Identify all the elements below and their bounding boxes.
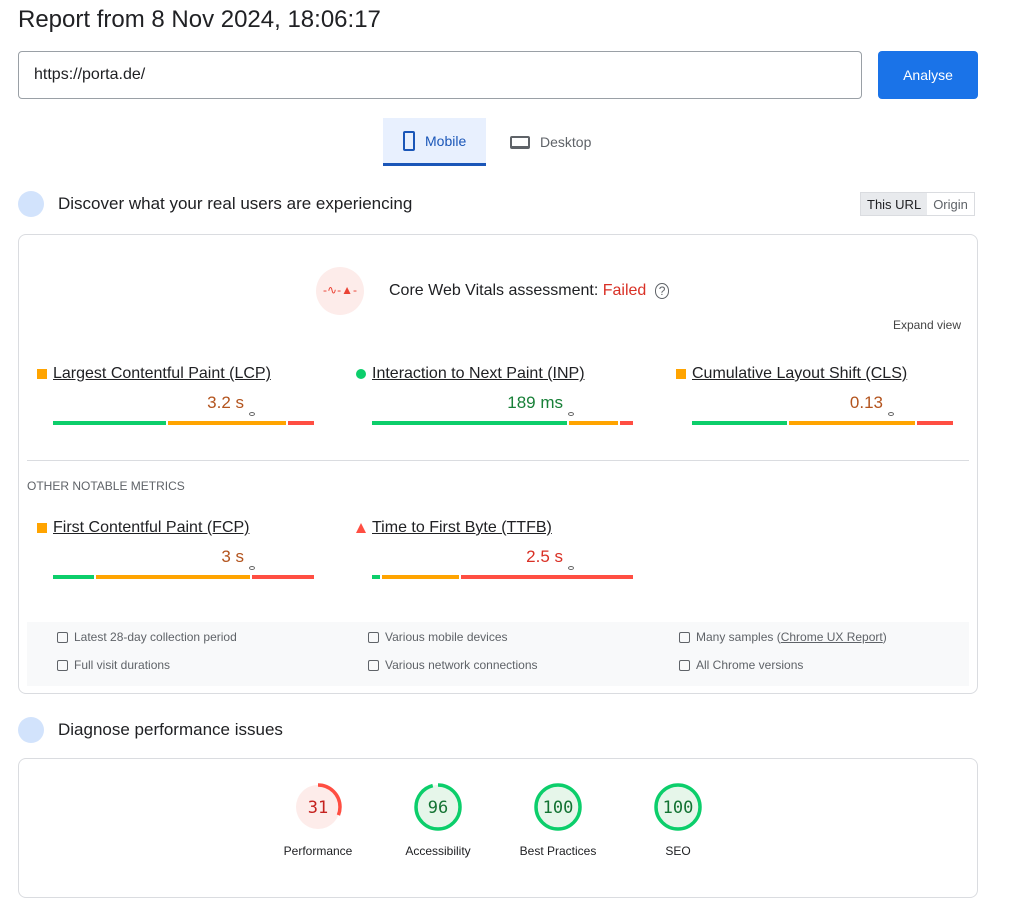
score-gauge[interactable]: 100 SEO <box>628 783 728 858</box>
info-item: Latest 28-day collection period <box>57 630 237 644</box>
distribution-bar <box>692 412 953 425</box>
diagnose-icon <box>18 717 44 743</box>
rating-icon <box>356 369 366 379</box>
bar-segment-orange <box>569 421 619 425</box>
gauge-ring: 96 <box>414 783 462 831</box>
score-label: Performance <box>283 844 353 858</box>
assessment-result: Failed <box>602 282 647 299</box>
gauge-ring: 100 <box>534 783 582 831</box>
tab-desktop[interactable]: Desktop <box>490 118 611 166</box>
divider <box>27 460 969 461</box>
collection-info: Latest 28-day collection period Various … <box>27 622 969 686</box>
rating-icon <box>676 369 686 379</box>
metric-link[interactable]: Interaction to Next Paint (INP) <box>372 365 585 383</box>
devices-icon <box>368 631 379 643</box>
samples-icon <box>679 631 690 643</box>
score-value: 100 <box>543 798 574 818</box>
p75-marker <box>567 566 574 570</box>
gauge-ring: 31 <box>294 783 342 831</box>
metric-link[interactable]: Cumulative Layout Shift (CLS) <box>692 365 907 383</box>
expand-view-button[interactable]: Expand view <box>893 318 961 332</box>
distribution-bar <box>372 412 633 425</box>
info-item: All Chrome versions <box>679 658 803 672</box>
url-input[interactable]: https://porta.de/ <box>18 51 862 99</box>
bar-segment-green <box>372 421 568 425</box>
info-item: Various network connections <box>368 658 538 672</box>
distribution-bar <box>372 566 633 579</box>
score-gauge[interactable]: 96 Accessibility <box>388 783 488 858</box>
network-icon <box>368 659 379 671</box>
score-gauge[interactable]: 31 Performance <box>268 783 368 858</box>
rating-icon <box>37 369 47 379</box>
metric-link[interactable]: First Contentful Paint (FCP) <box>53 519 250 537</box>
info-item: Various mobile devices <box>368 630 508 644</box>
info-item: Many samples (Chrome UX Report) <box>679 630 887 644</box>
p75-marker <box>248 566 255 570</box>
bar-segment-green <box>53 421 167 425</box>
laptop-icon <box>510 135 530 149</box>
this-url-option[interactable]: This URL <box>861 193 928 215</box>
phone-icon <box>403 130 415 151</box>
score-gauge[interactable]: 100 Best Practices <box>508 783 608 858</box>
bar-segment-orange <box>381 575 459 579</box>
metric-value: 189 ms <box>507 393 563 412</box>
metric: Largest Contentful Paint (LCP) 3.2 s <box>37 365 314 425</box>
rating-icon <box>37 523 47 533</box>
score-label: SEO <box>665 844 691 858</box>
metric: First Contentful Paint (FCP) 3 s <box>37 519 314 579</box>
distribution-bar <box>53 566 314 579</box>
origin-option[interactable]: Origin <box>927 193 974 215</box>
score-value: 31 <box>308 798 328 818</box>
metric: Cumulative Layout Shift (CLS) 0.13 <box>676 365 953 425</box>
metric-value: 3.2 s <box>207 393 244 412</box>
field-heading: Discover what your real users are experi… <box>58 194 413 213</box>
field-data-card: -∿-▲- Core Web Vitals assessment: Failed… <box>18 234 978 694</box>
bar-segment-green <box>53 575 95 579</box>
rating-icon <box>356 523 366 533</box>
metric-link[interactable]: Largest Contentful Paint (LCP) <box>53 365 271 383</box>
bar-segment-red <box>620 421 633 425</box>
analyse-button[interactable]: Analyse <box>878 51 978 99</box>
help-icon[interactable]: ? <box>654 283 670 299</box>
bar-segment-red <box>917 421 953 425</box>
metric: Time to First Byte (TTFB) 2.5 s <box>356 519 633 579</box>
calendar-icon <box>57 631 68 643</box>
url-origin-toggle[interactable]: This URL Origin <box>860 192 975 216</box>
diagnose-heading: Diagnose performance issues <box>58 720 283 739</box>
score-label: Best Practices <box>519 844 597 858</box>
chrome-ux-report-link[interactable]: Chrome UX Report <box>781 630 883 644</box>
p75-marker <box>887 412 894 416</box>
bar-segment-green <box>372 575 380 579</box>
users-icon <box>18 191 44 217</box>
distribution-bar <box>53 412 314 425</box>
page-title: Report from 8 Nov 2024, 18:06:17 <box>18 6 381 33</box>
bar-segment-red <box>288 421 314 425</box>
bar-segment-red <box>252 575 314 579</box>
gauge-ring: 100 <box>654 783 702 831</box>
timer-icon <box>57 659 68 671</box>
p75-marker <box>567 412 574 416</box>
other-metrics-label: OTHER NOTABLE METRICS <box>27 479 185 493</box>
score-value: 96 <box>428 798 448 818</box>
score-label: Accessibility <box>405 844 471 858</box>
metric-value: 3 s <box>221 547 244 566</box>
p75-marker <box>248 412 255 416</box>
bar-segment-orange <box>168 421 287 425</box>
tab-mobile[interactable]: Mobile <box>383 118 487 166</box>
score-value: 100 <box>663 798 694 818</box>
chrome-icon <box>679 659 690 671</box>
bar-segment-green <box>692 421 788 425</box>
bar-segment-orange <box>96 575 251 579</box>
metric-link[interactable]: Time to First Byte (TTFB) <box>372 519 552 537</box>
metric: Interaction to Next Paint (INP) 189 ms <box>356 365 633 425</box>
metric-value: 0.13 <box>849 393 883 412</box>
failed-vitals-icon: -∿-▲- <box>316 267 364 315</box>
lab-data-card: 31 Performance 96 Accessibility 100 Best… <box>18 758 978 898</box>
bar-segment-red <box>460 575 633 579</box>
metric-value: 2.5 s <box>526 547 563 566</box>
info-item: Full visit durations <box>57 658 170 672</box>
bar-segment-orange <box>789 421 916 425</box>
assessment: Core Web Vitals assessment: Failed ? <box>389 282 670 300</box>
